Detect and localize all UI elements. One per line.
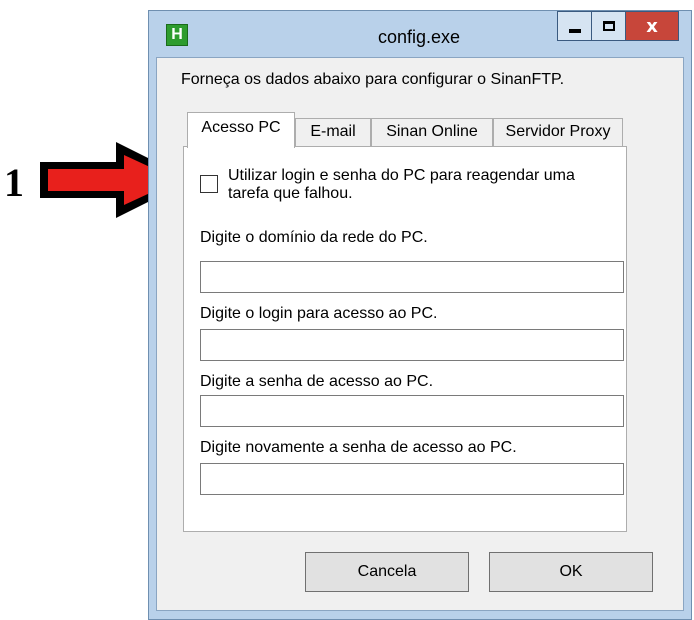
annotation-number: 1 <box>4 160 24 205</box>
minimize-button[interactable] <box>557 11 591 41</box>
reagendar-checkbox-label[interactable]: Utilizar login e senha do PC para reagen… <box>228 167 618 203</box>
reagendar-checkbox[interactable] <box>200 175 218 193</box>
domain-input[interactable] <box>200 261 624 293</box>
app-icon: H <box>166 24 188 46</box>
confirm-password-label: Digite novamente a senha de acesso ao PC… <box>200 439 517 456</box>
tab-servidor-proxy[interactable]: Servidor Proxy <box>493 118 623 146</box>
cancel-button[interactable]: Cancela <box>305 552 469 592</box>
login-input[interactable] <box>200 329 624 361</box>
maximize-icon <box>602 21 615 31</box>
tab-email[interactable]: E-mail <box>295 118 371 146</box>
tab-sinan-online[interactable]: Sinan Online <box>371 118 493 146</box>
dialog-client-area: Forneça os dados abaixo para configurar … <box>156 57 684 611</box>
password-input[interactable] <box>200 395 624 427</box>
maximize-button[interactable] <box>591 11 625 41</box>
tab-acesso-pc[interactable]: Acesso PC <box>187 112 295 148</box>
password-label: Digite a senha de acesso ao PC. <box>200 373 434 390</box>
login-label: Digite o login para acesso ao PC. <box>200 305 438 322</box>
title-bar[interactable]: H config.exe x <box>149 11 691 57</box>
close-icon: x <box>646 15 658 37</box>
ok-button[interactable]: OK <box>489 552 653 592</box>
confirm-password-input[interactable] <box>200 463 624 495</box>
intro-text: Forneça os dados abaixo para configurar … <box>181 71 565 88</box>
domain-label: Digite o domínio da rede do PC. <box>200 229 428 246</box>
config-window: H config.exe x Forneça os dados abaixo p… <box>148 10 692 620</box>
window-title: config.exe <box>377 27 461 47</box>
close-button[interactable]: x <box>625 11 679 41</box>
minimize-icon <box>568 29 581 33</box>
tab-panel-acesso-pc: Utilizar login e senha do PC para reagen… <box>183 146 627 532</box>
